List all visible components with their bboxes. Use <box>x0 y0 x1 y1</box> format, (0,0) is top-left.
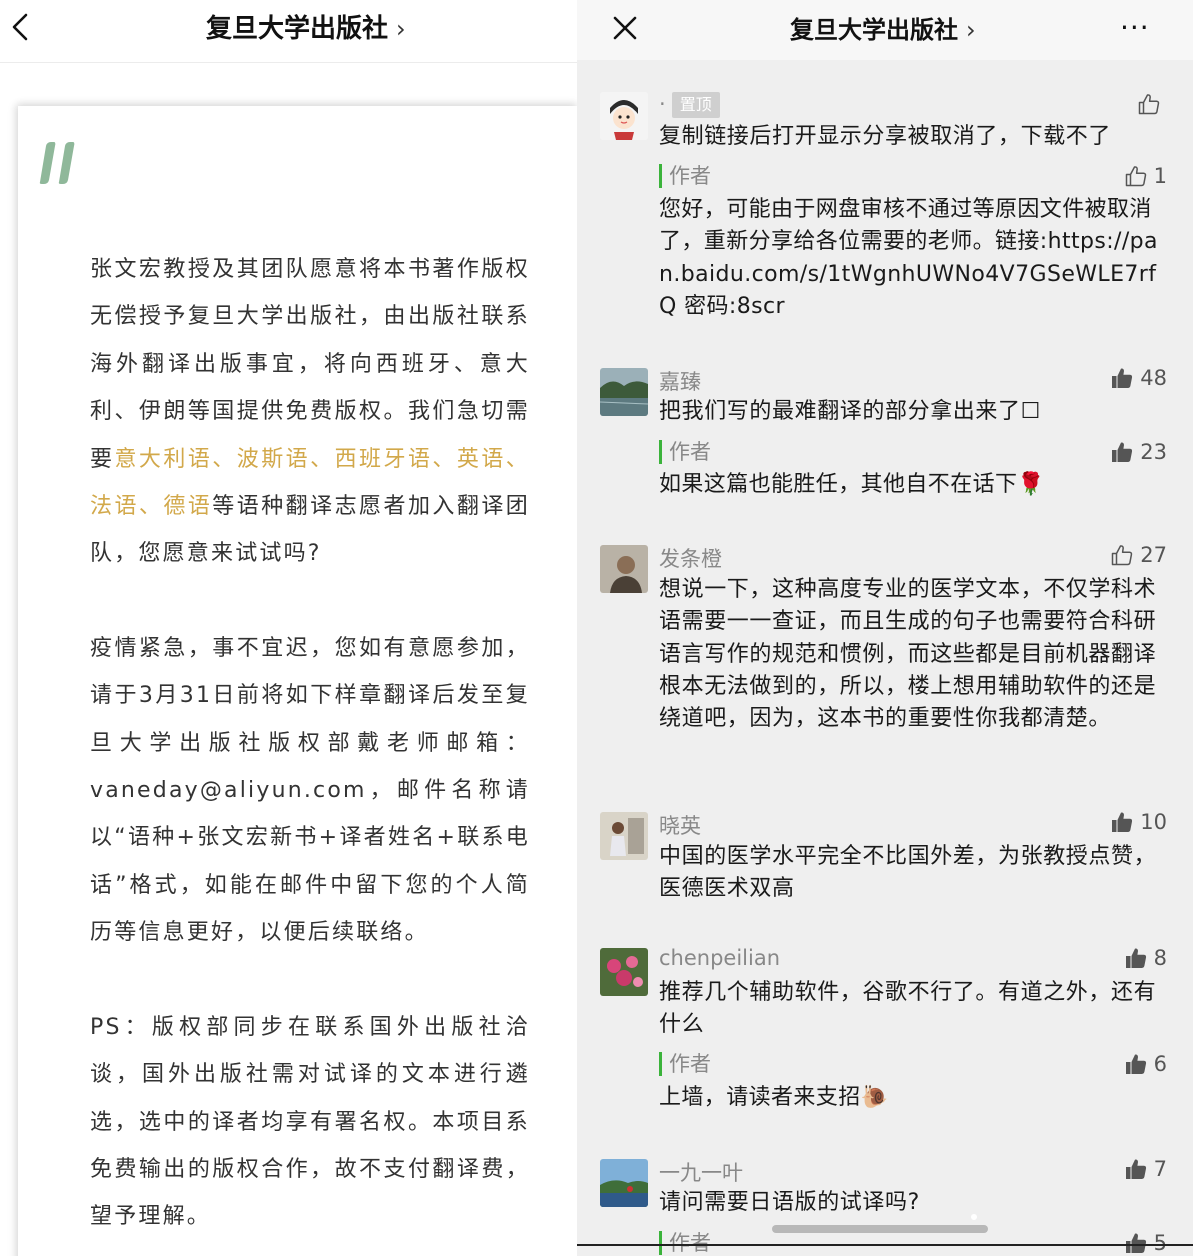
comment-username: 发条橙 <box>659 547 722 571</box>
thumbs-up-filled-icon <box>1125 1054 1146 1074</box>
comment-text: 中国的医学水平完全不比国外差，为张教授点赞，医德医术双高 <box>659 844 1157 902</box>
article-panel: 复旦大学出版社 › 张文宏教授及其团队愿意将本书著作版权无偿授予复旦大学出版社，由… <box>0 0 577 1256</box>
comment-username: 晓英 <box>659 814 701 838</box>
comment-text: 推荐几个辅助软件，谷歌不行了。有道之外，还有什么 <box>659 980 1157 1038</box>
like-button[interactable]: 7 <box>1124 1155 1167 1183</box>
author-reply-label: 作者 <box>659 164 711 188</box>
account-name: 复旦大学出版社 <box>206 14 389 44</box>
pinned-badge: 置顶 <box>671 92 720 118</box>
close-button[interactable] <box>611 14 639 42</box>
author-reply-label: 作者 <box>659 440 711 464</box>
author-reply-label: 作者 <box>659 1231 711 1255</box>
comment-text: 请问需要日语版的试译吗? <box>659 1190 920 1215</box>
author-reply-text: 您好，可能由于网盘审核不通过等原因文件被取消了，重新分享给各位需要的老师。链接:… <box>659 197 1158 319</box>
article-paragraph-2: 疫情紧急，事不宜迟，您如有意愿参加，请于3月31日前将如下样章翻译后发至复旦大学… <box>90 635 530 946</box>
chevron-right-icon: › <box>396 15 406 43</box>
avatar[interactable] <box>600 368 648 416</box>
close-icon <box>613 16 637 40</box>
comment-text: 复制链接后打开显示分享被取消了，下载不了 <box>659 124 1112 149</box>
like-button[interactable]: 48 <box>1110 364 1167 392</box>
account-name: 复旦大学出版社 <box>790 16 958 44</box>
author-reply-text: 上墙，请读者来支招🐌 <box>659 1085 889 1110</box>
author-reply-text: 如果这篇也能胜任，其他自不在话下🌹 <box>659 472 1046 497</box>
like-button[interactable] <box>1137 90 1167 118</box>
page-indicator-dot <box>971 1214 977 1220</box>
article-body: 张文宏教授及其团队愿意将本书著作版权无偿授予复旦大学出版社，由出版社联系海外翻译… <box>90 246 530 1256</box>
avatar[interactable] <box>600 812 648 860</box>
bottom-divider <box>577 1244 1193 1246</box>
comment-username: chenpeilian <box>659 946 781 970</box>
more-options-button[interactable]: ··· <box>1120 14 1160 42</box>
thumbs-up-filled-icon <box>1125 948 1146 968</box>
chevron-right-icon: › <box>966 16 976 44</box>
reply-like-button[interactable]: 5 <box>1124 1229 1167 1256</box>
avatar[interactable] <box>600 1159 648 1207</box>
thumbs-up-filled-icon <box>1125 1159 1146 1179</box>
comment-username: 嘉臻 <box>659 370 701 394</box>
avatar[interactable] <box>600 948 648 996</box>
comments-nav-bar: 复旦大学出版社 › ··· <box>577 0 1193 60</box>
comments-panel[interactable]: 复旦大学出版社 › ··· · 置顶 复制链接后打开显示分享被取消了，下载不了 作者… <box>577 0 1193 1256</box>
avatar[interactable] <box>600 545 648 593</box>
comment-username: · 置顶 <box>659 92 720 118</box>
comment-username: 一九一叶 <box>659 1161 743 1185</box>
thumbs-up-filled-icon <box>1112 368 1133 388</box>
quote-mark-icon <box>39 142 75 184</box>
article-paragraph-3: PS：版权部同步在联系国外出版社洽谈，国外出版社需对试译的文本进行遴选，选中的译… <box>90 1014 530 1230</box>
home-indicator[interactable] <box>772 1225 988 1233</box>
thumbs-up-filled-icon <box>1112 812 1133 832</box>
thumbs-up-outline-icon <box>1112 545 1133 566</box>
like-button[interactable]: 8 <box>1124 944 1167 972</box>
article-paragraph-1: 张文宏教授及其团队愿意将本书著作版权无偿授予复旦大学出版社，由出版社联系海外翻译… <box>90 257 531 567</box>
article-nav-bar: 复旦大学出版社 › <box>0 0 577 63</box>
thumbs-up-filled-icon <box>1125 1233 1146 1253</box>
author-reply-label: 作者 <box>659 1052 711 1076</box>
reply-like-button[interactable]: 23 <box>1110 438 1167 466</box>
reply-like-button[interactable]: 6 <box>1124 1050 1167 1078</box>
comment-text: 想说一下，这种高度专业的医学文本，不仅学科术语需要一一查证，而且生成的句子也需要… <box>659 577 1157 732</box>
comment-text: 把我们写的最难翻译的部分拿出来了☐ <box>659 399 1041 424</box>
like-button[interactable]: 27 <box>1110 541 1167 569</box>
reply-like-button[interactable]: 1 <box>1124 162 1167 190</box>
account-title[interactable]: 复旦大学出版社 › <box>206 10 406 48</box>
back-button[interactable] <box>6 10 36 44</box>
thumbs-up-outline-icon <box>1125 166 1146 187</box>
account-title[interactable]: 复旦大学出版社 › <box>790 11 976 49</box>
avatar[interactable] <box>600 92 648 140</box>
like-button[interactable]: 10 <box>1110 808 1167 836</box>
thumbs-up-outline-icon <box>1138 94 1160 115</box>
chevron-left-icon <box>12 13 28 41</box>
thumbs-up-filled-icon <box>1112 442 1133 462</box>
